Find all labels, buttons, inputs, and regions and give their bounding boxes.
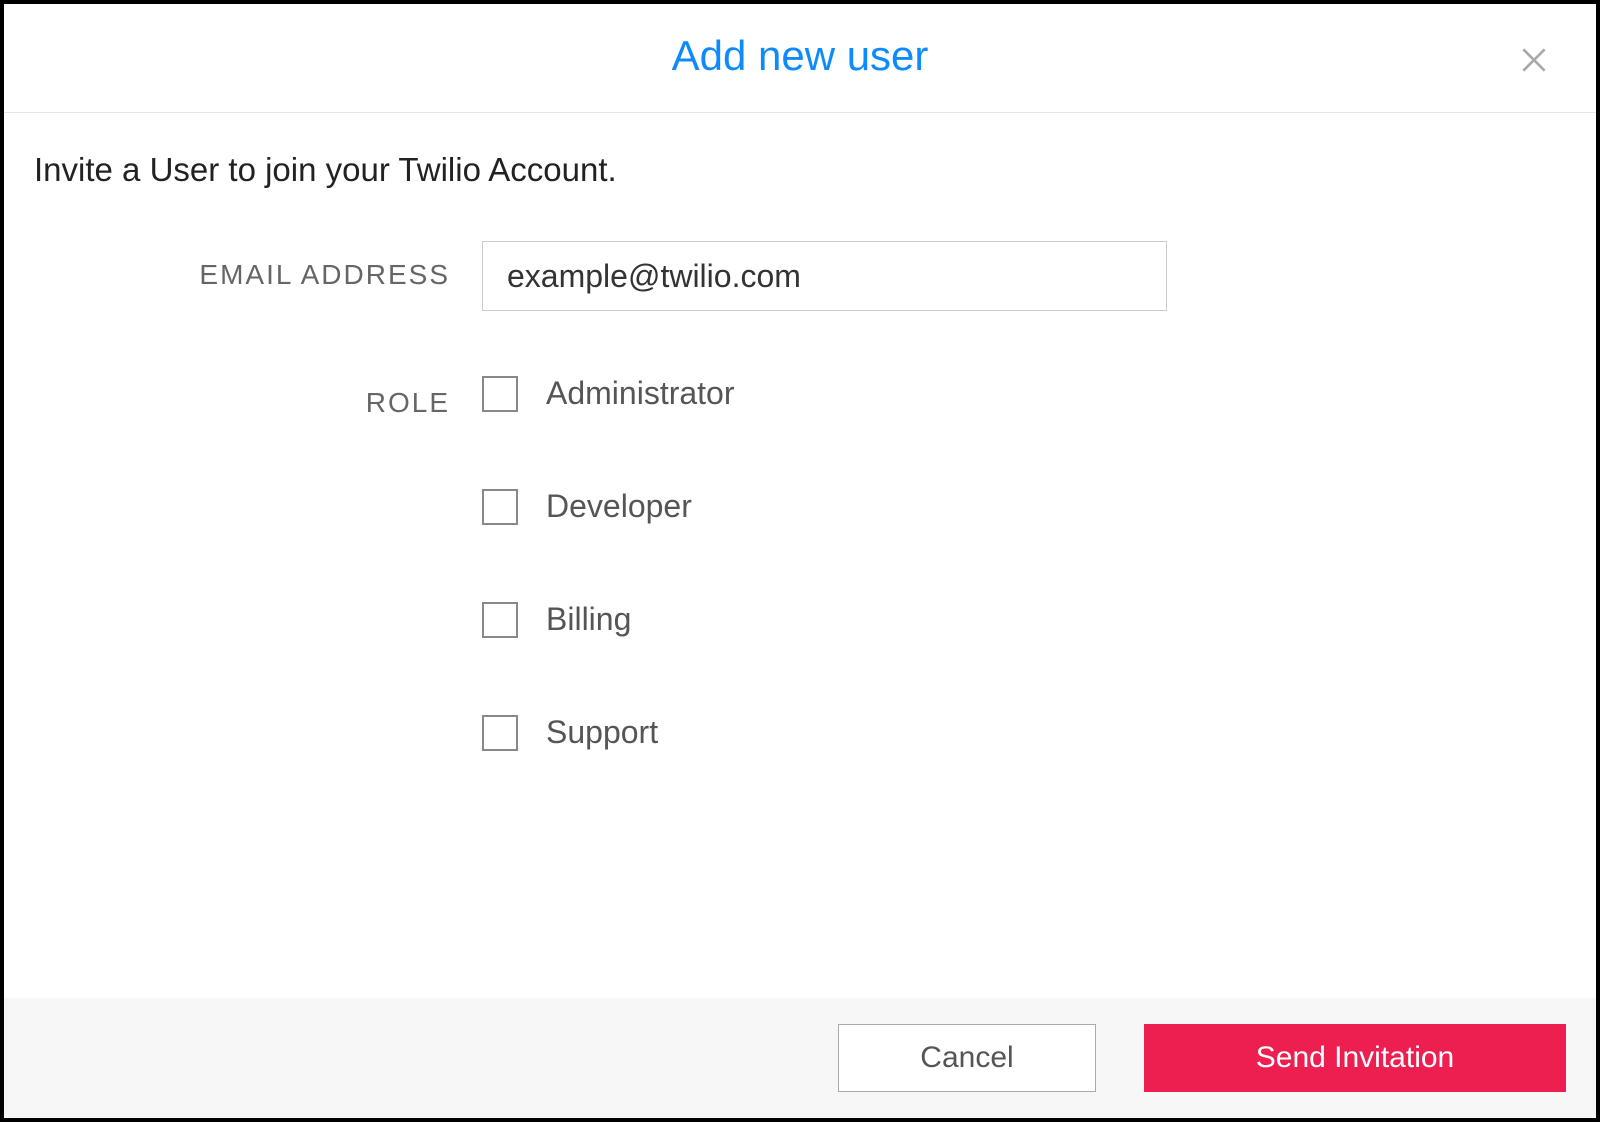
- close-icon: [1518, 44, 1550, 76]
- email-input[interactable]: [482, 241, 1167, 311]
- modal-header: Add new user: [4, 4, 1596, 113]
- email-label: EMAIL ADDRESS: [34, 241, 482, 291]
- send-invitation-button[interactable]: Send Invitation: [1144, 1024, 1566, 1092]
- role-label-billing: Billing: [546, 601, 631, 638]
- role-item-administrator: Administrator: [482, 375, 1566, 412]
- email-control: [482, 241, 1566, 311]
- role-checkbox-support[interactable]: [482, 715, 518, 751]
- add-user-modal: Add new user Invite a User to join your …: [0, 0, 1600, 1122]
- modal-footer: Cancel Send Invitation: [4, 998, 1596, 1118]
- role-checkbox-billing[interactable]: [482, 602, 518, 638]
- role-checkbox-administrator[interactable]: [482, 376, 518, 412]
- modal-body: Invite a User to join your Twilio Accoun…: [4, 113, 1596, 998]
- role-label-developer: Developer: [546, 488, 692, 525]
- role-item-developer: Developer: [482, 488, 1566, 525]
- close-button[interactable]: [1514, 40, 1554, 80]
- role-control: Administrator Developer Billing Support: [482, 369, 1566, 751]
- modal-subtitle: Invite a User to join your Twilio Accoun…: [34, 151, 1566, 189]
- role-label-support: Support: [546, 714, 658, 751]
- role-row: ROLE Administrator Developer Billing: [34, 369, 1566, 751]
- email-row: EMAIL ADDRESS: [34, 241, 1566, 311]
- modal-title: Add new user: [4, 32, 1596, 80]
- role-list: Administrator Developer Billing Support: [482, 369, 1566, 751]
- role-checkbox-developer[interactable]: [482, 489, 518, 525]
- role-label-administrator: Administrator: [546, 375, 735, 412]
- cancel-button[interactable]: Cancel: [838, 1024, 1096, 1092]
- role-label: ROLE: [34, 369, 482, 419]
- role-item-billing: Billing: [482, 601, 1566, 638]
- role-item-support: Support: [482, 714, 1566, 751]
